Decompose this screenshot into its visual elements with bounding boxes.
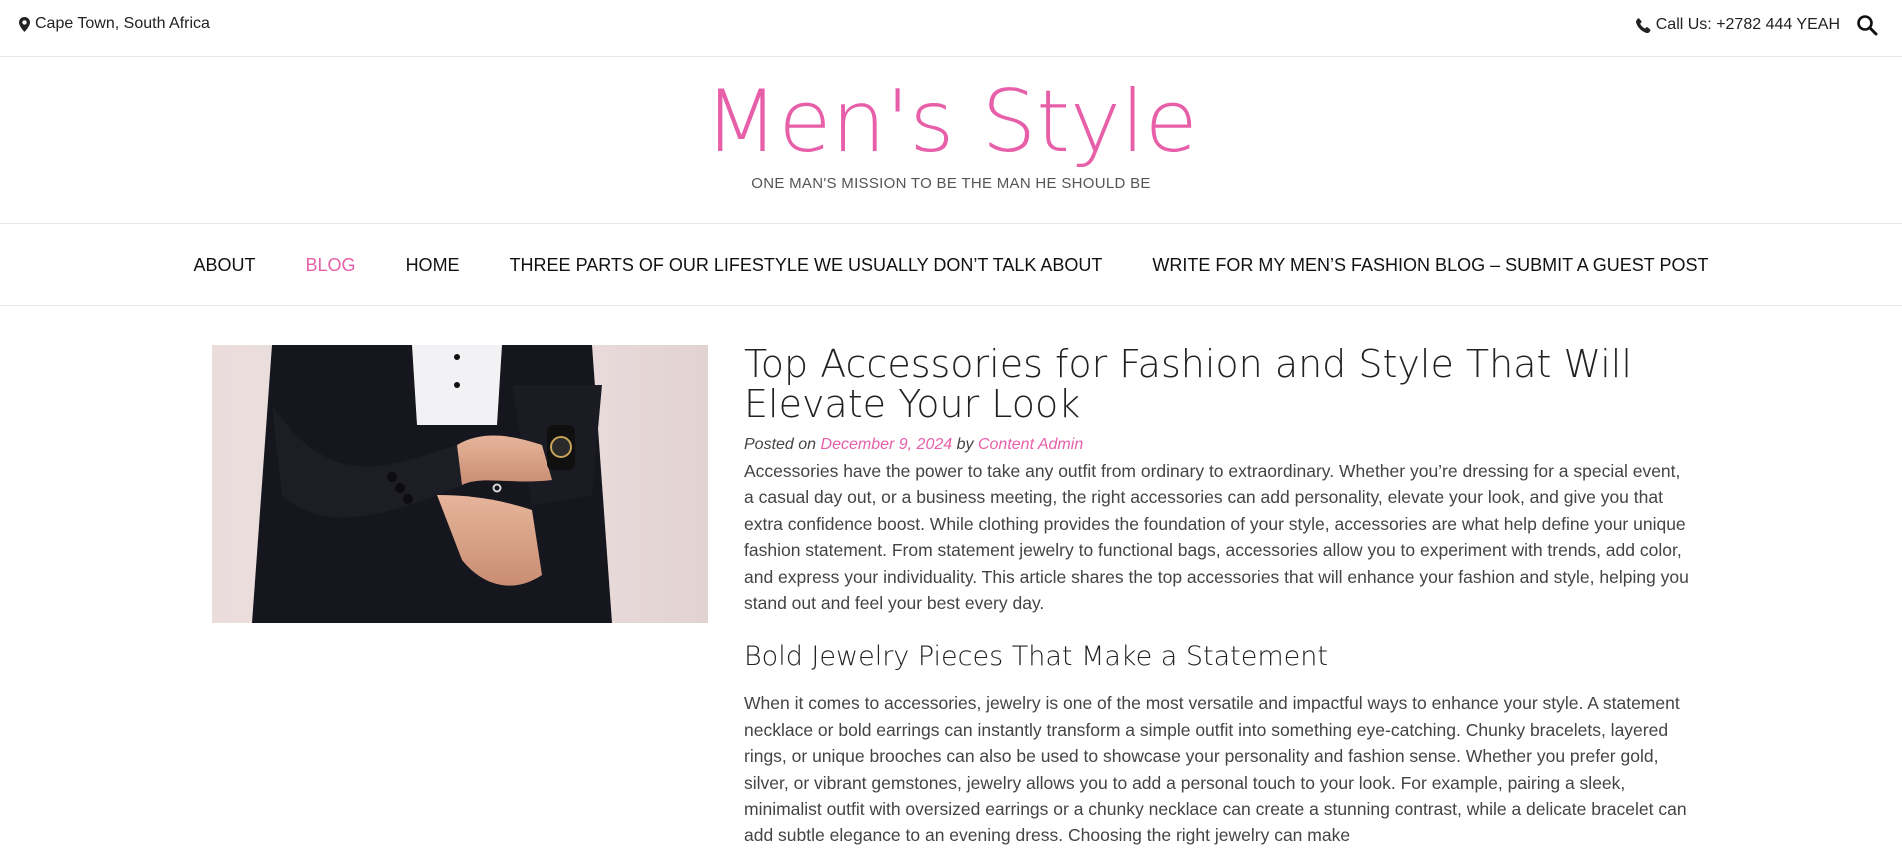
section-heading: Bold Jewelry Pieces That Make a Statemen… bbox=[744, 641, 1328, 673]
meta-by: by bbox=[956, 436, 974, 453]
site-branding: Men's Style ONE MAN'S MISSION TO BE THE … bbox=[0, 57, 1902, 224]
nav-item-guest-post[interactable]: WRITE FOR MY MEN’S FASHION BLOG – SUBMIT… bbox=[1127, 255, 1733, 276]
phone-icon bbox=[1635, 17, 1651, 33]
site-tagline: ONE MAN'S MISSION TO BE THE MAN HE SHOUL… bbox=[751, 175, 1151, 192]
location-text: Cape Town, South Africa bbox=[35, 15, 210, 32]
nav-item-blog[interactable]: BLOG bbox=[281, 255, 381, 276]
main-navigation: ABOUT BLOG HOME THREE PARTS OF OUR LIFES… bbox=[0, 224, 1902, 306]
location-info: Cape Town, South Africa bbox=[19, 15, 210, 33]
phone-info[interactable]: Call Us: +2782 444 YEAH bbox=[1635, 16, 1840, 34]
site-title[interactable]: Men's Style bbox=[0, 69, 1902, 177]
section-body: When it comes to accessories, jewelry is… bbox=[744, 693, 1687, 846]
post-author-link[interactable]: Content Admin bbox=[978, 436, 1083, 453]
search-icon[interactable] bbox=[1856, 14, 1880, 38]
post-intro: Accessories have the power to take any o… bbox=[744, 461, 1689, 614]
post-date-link[interactable]: December 9, 2024 bbox=[821, 436, 953, 453]
featured-image[interactable] bbox=[212, 345, 708, 623]
meta-prefix: Posted on bbox=[744, 436, 817, 453]
map-marker-icon bbox=[19, 16, 30, 32]
phone-text: Call Us: +2782 444 YEAH bbox=[1655, 16, 1840, 33]
top-bar: Cape Town, South Africa Call Us: +2782 4… bbox=[0, 0, 1902, 57]
post-title[interactable]: Top Accessories for Fashion and Style Th… bbox=[744, 344, 1689, 424]
blog-post: Top Accessories for Fashion and Style Th… bbox=[744, 344, 1689, 849]
nav-item-about[interactable]: ABOUT bbox=[169, 255, 281, 276]
post-meta: Posted on December 9, 2024 by Content Ad… bbox=[744, 436, 1689, 454]
nav-item-lifestyle[interactable]: THREE PARTS OF OUR LIFESTYLE WE USUALLY … bbox=[485, 255, 1128, 276]
nav-item-home[interactable]: HOME bbox=[381, 255, 485, 276]
